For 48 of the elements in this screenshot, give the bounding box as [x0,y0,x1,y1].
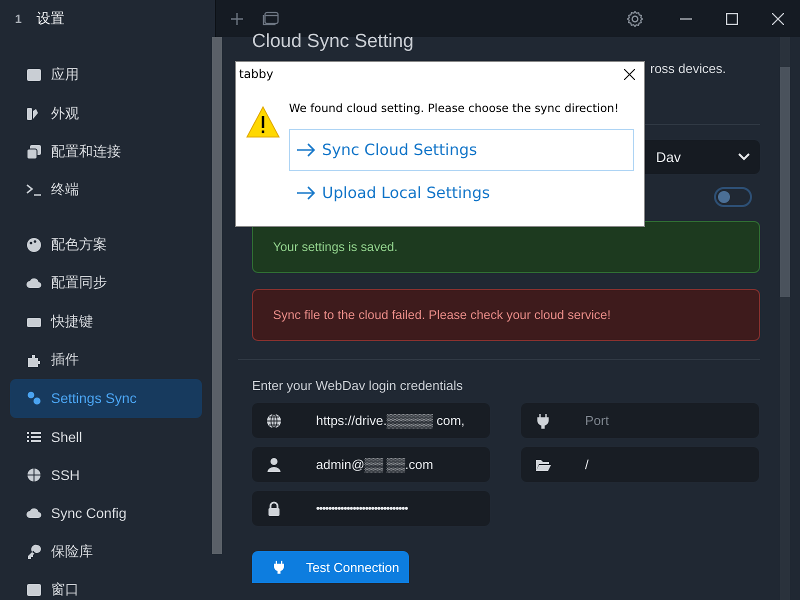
sidebar-item[interactable]: 保险库 [10,532,202,572]
sidebar-item[interactable]: Settings Sync [10,379,202,418]
page-heading: Cloud Sync Setting [251,31,415,53]
input-field[interactable]: admin@▒▒ ▒▒.com [252,447,490,482]
test-connection-button[interactable]: Test Connection [252,551,409,583]
command-link[interactable]: Upload Local Settings [289,172,634,214]
sidebar-item[interactable]: 终端 [10,171,202,210]
sidebar-item[interactable]: 窗口 [10,571,202,600]
arrow-icon [296,143,316,157]
sidebar-item[interactable]: Sync Config [10,494,202,533]
tab-number: 1 [15,12,22,26]
chevron-icon [738,153,750,161]
globe-icon [266,412,282,428]
input-field[interactable]: / [521,447,759,482]
sidebar-item[interactable]: 应用 [10,56,202,94]
alert-message: Your settings is saved. [252,221,760,273]
input-field[interactable]: •••••••••••••••••••••••••••••• [252,491,490,526]
sidebar-item[interactable]: 插件 [10,340,202,380]
window-icon[interactable] [262,10,280,26]
sidebar-item[interactable]: 外观 [10,94,202,133]
tab-title[interactable]: 设置 [36,10,65,28]
scrollbar-thumb[interactable] [780,67,790,297]
alert-message: Sync file to the cloud failed. Please check your cloud service! [252,289,760,341]
sidebar-item[interactable]: 快捷键 [10,302,202,341]
close-icon[interactable] [624,68,635,80]
sidebar-item[interactable]: 配色方案 [10,226,202,264]
user-icon [266,456,282,472]
arrow-icon [296,186,316,200]
sidebar-item[interactable]: 配置和连接 [10,132,202,172]
sidebar-item[interactable]: SSH [10,456,202,494]
dialog-message: We found cloud setting. Please choose the sync direction! [289,101,620,115]
sidebar-item[interactable]: Shell [10,418,202,456]
credentials-label: Enter your WebDav login credentials [252,378,464,393]
input-field[interactable]: Port [521,403,759,438]
new-tab-icon[interactable] [230,12,244,26]
warning-icon [246,106,280,138]
input-field[interactable]: https://drive.▒▒▒▒▒ com, [252,403,490,438]
settings-icon[interactable] [626,10,644,28]
toggle-switch[interactable] [714,187,752,207]
dialog-title: tabby [239,67,274,81]
plug-icon [272,559,286,575]
command-link[interactable]: Sync Cloud Settings [289,129,634,171]
sidebar-item[interactable]: 配置同步 [10,264,202,302]
lock-icon [266,500,282,516]
scrollbar[interactable] [212,37,222,554]
maximize-icon[interactable] [726,12,738,24]
description-text: ross devices. [650,61,726,76]
plug-icon [535,412,551,428]
